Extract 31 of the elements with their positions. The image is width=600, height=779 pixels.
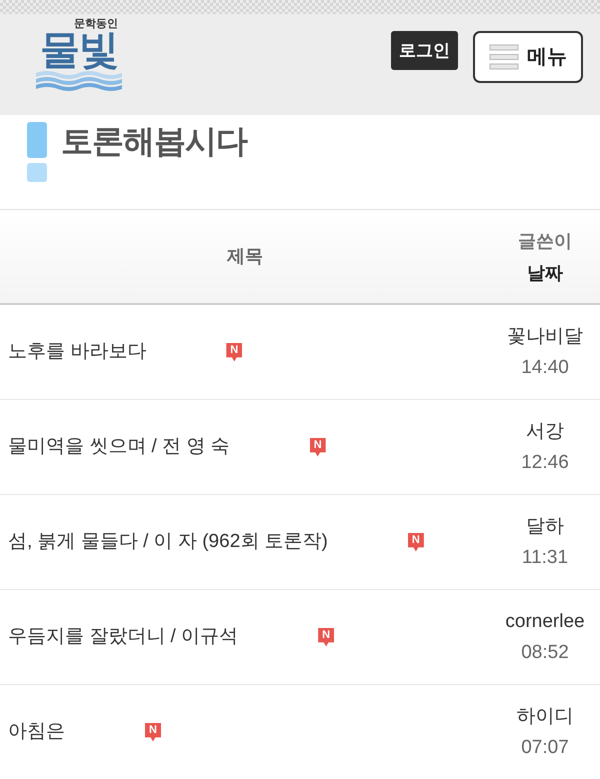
author-name: 서강 [526, 420, 564, 443]
new-badge: N [408, 532, 424, 552]
board-title: 토론해봅시다 [61, 122, 247, 160]
author-name: 달하 [526, 515, 564, 538]
post-title-link[interactable]: 섬, 붉게 물들다 / 이 자 (962회 토론작) [8, 528, 328, 556]
new-badge: N [318, 628, 334, 646]
column-header: 제목 [227, 245, 263, 268]
post-time: 08:52 [521, 641, 569, 664]
post-time: 12:46 [521, 451, 569, 474]
new-badge: N [145, 722, 161, 742]
menu-icon [489, 44, 519, 70]
post-title-link[interactable]: 물미역을 씻으며 / 전 영 숙 [8, 432, 230, 462]
author-name: 하이디 [516, 705, 574, 728]
post-title-link[interactable]: 노후를 바라보다 [8, 338, 146, 366]
author-name: 꽃나비달 [507, 325, 583, 348]
logo-tagline: 문학동인 [74, 18, 118, 30]
login-button[interactable]: 로그인 [391, 31, 458, 70]
author-name: cornerlee [505, 610, 585, 633]
column-header: 날짜 [527, 262, 563, 284]
post-time: 11:31 [522, 546, 568, 569]
menu-button[interactable]: 메뉴 [473, 31, 583, 83]
logo-title[interactable]: 물빛 [40, 30, 118, 70]
title-marker-icon [27, 122, 47, 182]
waves-icon [36, 70, 122, 92]
column-header: 글쓴이 [518, 230, 572, 252]
post-title-link[interactable]: 우듬지를 잘랐더니 / 이규석 [8, 622, 238, 652]
post-title-link[interactable]: 아침은 [8, 718, 65, 746]
new-badge: N [310, 438, 326, 456]
post-time: 07:07 [521, 736, 569, 759]
new-badge: N [226, 342, 242, 362]
post-time: 14:40 [521, 356, 569, 379]
